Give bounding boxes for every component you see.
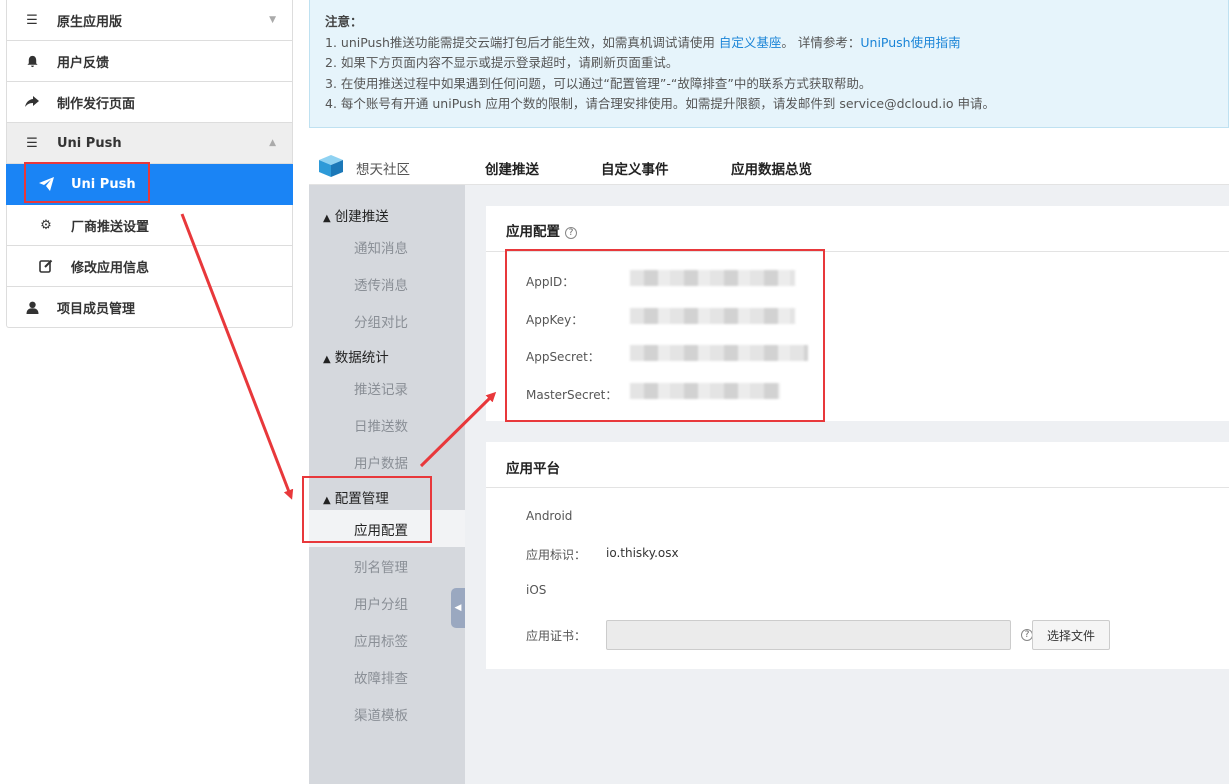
arrow-to-app-keys — [419, 391, 497, 468]
annotation-arrows — [180, 213, 497, 500]
arrow-to-config — [180, 213, 294, 500]
